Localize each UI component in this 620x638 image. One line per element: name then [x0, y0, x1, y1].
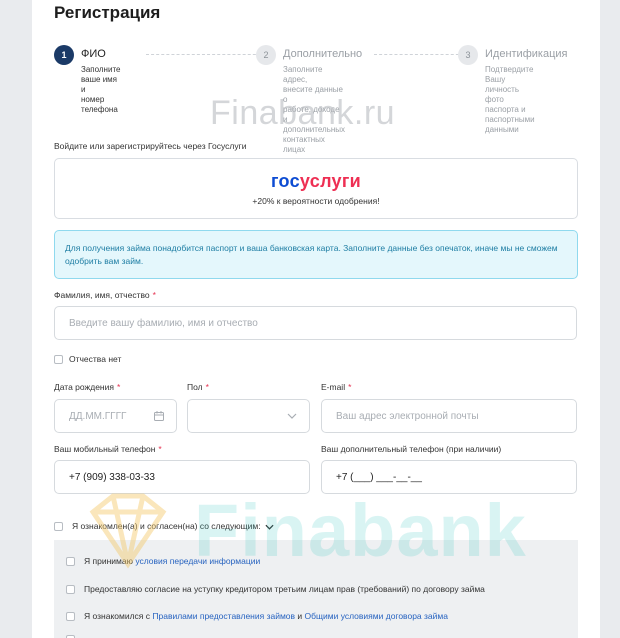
gosuslugi-caption: Войдите или зарегистрируйтесь через Госу…	[54, 141, 247, 151]
chevron-down-icon	[287, 411, 297, 424]
agree-assignment-label: Предоставляю согласие на уступку кредито…	[84, 584, 485, 594]
birthdate-label: Дата рождения *	[54, 382, 121, 392]
phone2-label: Ваш дополнительный телефон (при наличии)	[321, 444, 502, 454]
agree-assignment-checkbox[interactable]	[66, 585, 75, 594]
gosuslugi-subtitle: +20% к вероятности одобрения!	[252, 196, 380, 206]
phone2-input[interactable]: +7 (___) ___-__-__	[321, 460, 577, 494]
step-description: Подтвердите Вашу личность фото паспорта ип…	[485, 65, 535, 134]
step-label: Идентификация	[485, 48, 568, 60]
email-label: E-mail *	[321, 382, 352, 392]
info-alert: Для получения займа понадобится паспорт …	[54, 230, 578, 279]
loan-conditions-link[interactable]: Общими условиями договора займа	[305, 611, 448, 621]
gosuslugi-logo: госуслуги	[270, 171, 362, 191]
step-connector	[146, 54, 266, 55]
email-input[interactable]: Ваш адрес электронной почты	[321, 399, 577, 433]
no-patronymic-checkbox[interactable]	[54, 355, 63, 364]
watermark-text: Finabank.ru	[210, 94, 396, 132]
step-description: Заполните ваше имя и номер телефона	[81, 65, 121, 114]
fio-label: Фамилия, имя, отчество *	[54, 290, 156, 300]
fio-input[interactable]: Введите вашу фамилию, имя и отчество	[54, 306, 577, 340]
diamond-watermark-icon	[89, 493, 167, 569]
step-label: Дополнительно	[283, 48, 363, 60]
no-patronymic-label: Отчества нет	[69, 354, 122, 364]
gender-select[interactable]	[187, 399, 310, 433]
calendar-icon[interactable]	[154, 411, 164, 424]
registration-card: Регистрация 1 ФИО Заполните ваше имя и но…	[32, 0, 600, 638]
step-number: 1	[54, 45, 74, 65]
page-title: Регистрация	[54, 3, 161, 22]
agree-all-checkbox[interactable]	[54, 522, 63, 531]
step-number: 3	[458, 45, 478, 65]
gender-label: Пол *	[187, 382, 209, 392]
gosuslugi-login-button[interactable]: госуслуги +20% к вероятности одобрения!	[54, 158, 578, 219]
chevron-down-icon[interactable]	[265, 523, 274, 531]
phone-label: Ваш мобильный телефон *	[54, 444, 162, 454]
agree-rules-label: Я ознакомился с Правилами предоставления…	[84, 611, 448, 621]
loan-rules-link[interactable]: Правилами предоставления займов	[152, 611, 295, 621]
step-label: ФИО	[81, 48, 106, 60]
phone-input[interactable]: +7 (909) 338-03-33	[54, 460, 310, 494]
step-number: 2	[256, 45, 276, 65]
agree-rules-checkbox[interactable]	[66, 612, 75, 621]
agree-info-checkbox[interactable]	[66, 557, 75, 566]
step-connector	[374, 54, 464, 55]
birthdate-input[interactable]: ДД.ММ.ГГГГ	[54, 399, 177, 433]
